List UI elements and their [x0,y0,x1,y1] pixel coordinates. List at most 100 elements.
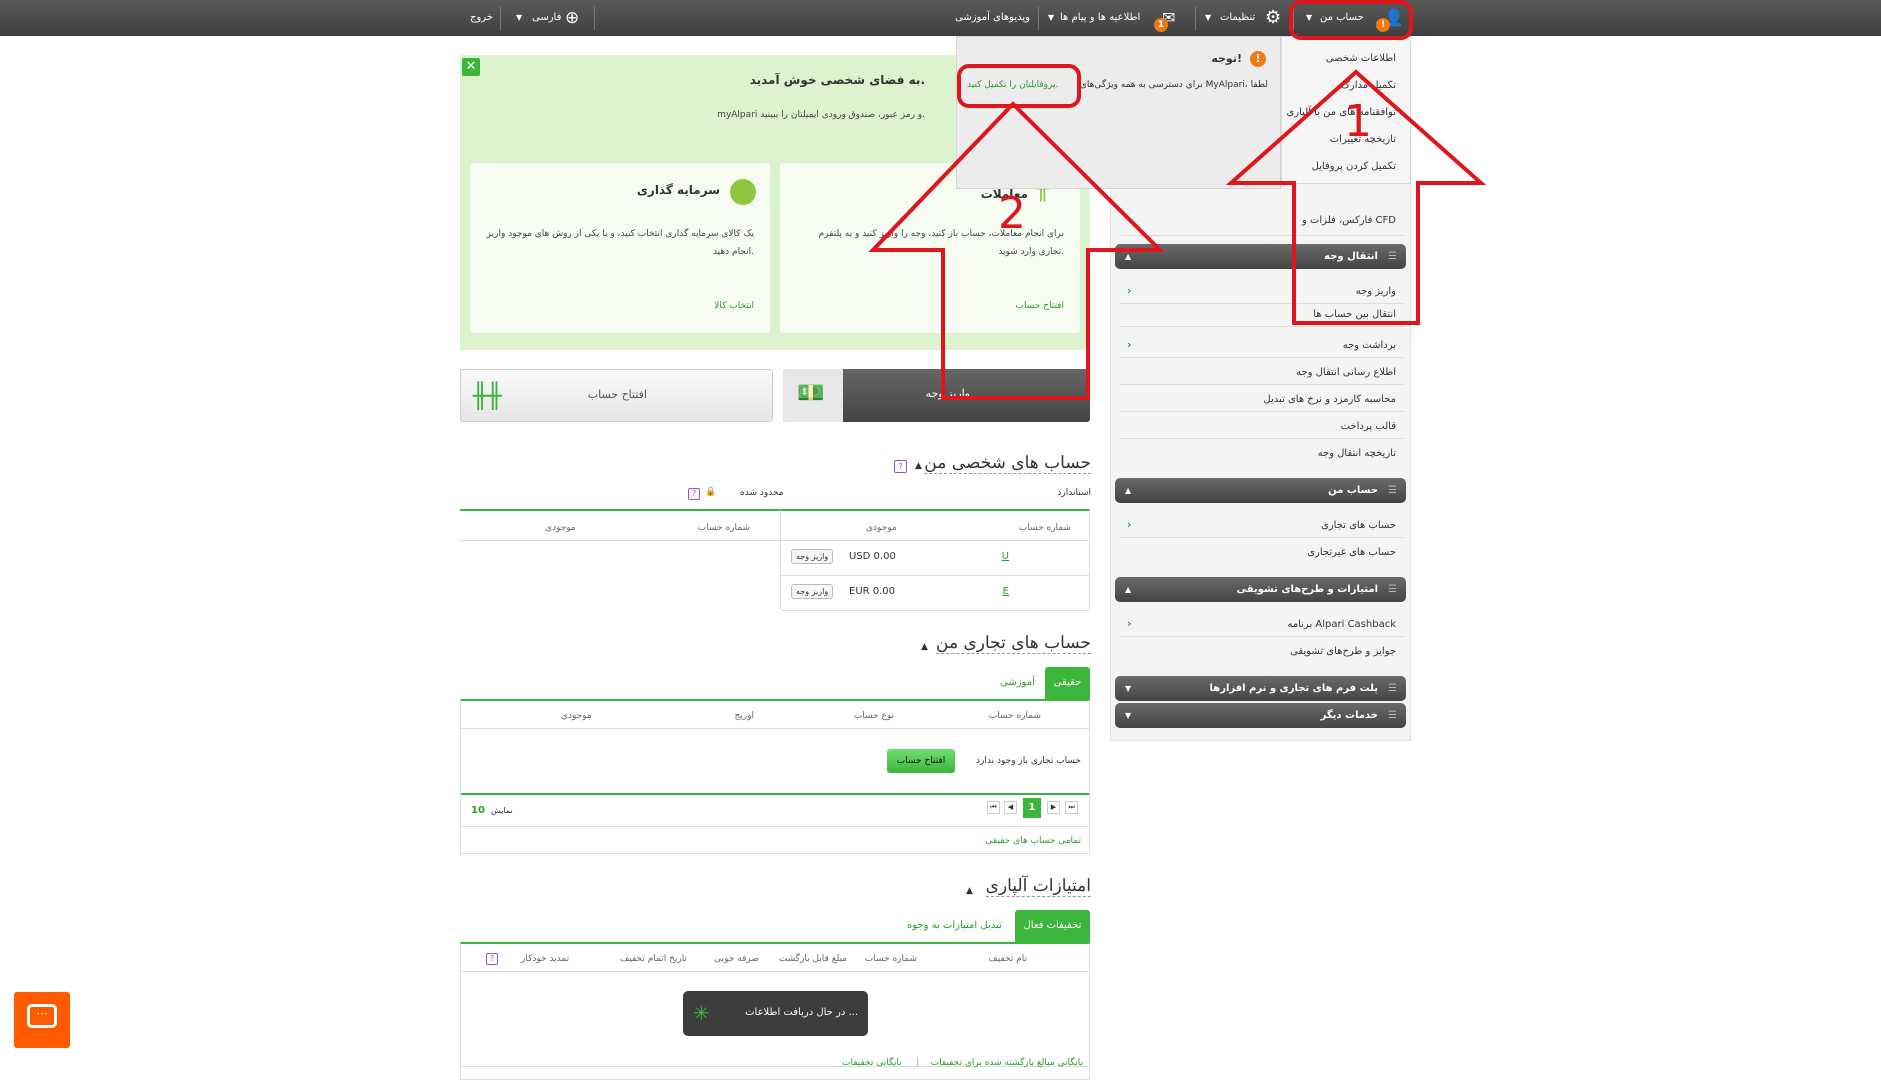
top-navigation-bar: خروج ▼ فارسی ⊕ ویدیوهای آموزشی ▼ اطلاعیه… [0,0,1881,36]
sidebar-section-services[interactable]: خدمات دیگر ☰ ▼ [1115,703,1406,728]
open-account-card-link[interactable]: افتتاح حساب [1016,301,1064,311]
collapse-icon[interactable]: ▲ [921,642,928,652]
notice-title: توجه! [1211,52,1242,65]
spinner-icon: ✳ [693,1001,710,1025]
sidebar-item-bonuses[interactable]: جوایز و طرح‌های تشویقی [1116,646,1396,657]
sidebar-section-platforms[interactable]: پلت فرم های تجاری و نرم افزارها ☰ ▼ [1115,676,1406,701]
first-page-icon[interactable]: ⏮ [987,801,1000,814]
open-account-small-button[interactable]: افتتاح حساب [887,749,955,773]
account-number[interactable]: E [1003,586,1009,597]
open-account-button-label: افتتاح حساب [587,388,647,401]
gear-icon[interactable]: ⚙ [1265,0,1281,36]
table-header: نام تخفیف شماره حساب مبلغ قابل بازگشت صر… [461,944,1089,972]
collapse-icon: ▲ [1125,585,1132,594]
chat-button[interactable]: ··· [14,992,70,1048]
tab-real[interactable]: حقیقی [1045,667,1090,699]
all-real-accounts-link[interactable]: تمامی حساب های حقیقی [985,836,1081,846]
separator [1195,6,1196,30]
sidebar-item-fee-calculator[interactable]: محاسبه کارمزد و نرخ های تبدیل [1116,394,1396,405]
collapse-icon[interactable]: ▲ [915,461,922,471]
table-header: شماره حساب نوع حساب اوریج موجودی [461,701,1089,729]
divider [1119,326,1404,327]
candlestick-icon: ╫╫ [473,382,502,410]
tutorials-link[interactable]: ویدیوهای آموزشی [955,0,1030,36]
account-menu-link[interactable]: حساب من [1320,0,1364,36]
menu-item-agreements[interactable]: توافقنامه های من با آلپاری [1286,107,1396,118]
sidebar-item-internal-transfer[interactable]: انتقال بین حساب ها [1116,309,1396,320]
last-page-icon[interactable]: ⏭ [1065,801,1078,814]
current-page[interactable]: 1 [1023,798,1041,818]
expand-icon: ▼ [1125,711,1132,720]
tab-convert-points[interactable]: تبدیل امتیازات به وجوه [907,920,1002,931]
col-balance: موجودی [561,711,592,721]
discounts-archive-link[interactable]: بایگانی تخفیفات [842,1058,902,1068]
account-chevron-down-icon[interactable]: ▼ [1306,0,1312,36]
deposit-button[interactable]: 💵 واریز وجه [783,369,1090,422]
messages-link[interactable]: اطلاعیه ها و پیام ها [1060,0,1140,36]
messages-chevron-down-icon[interactable]: ▼ [1048,0,1054,36]
divider [1119,384,1404,385]
table-row: U USD 0.00 واریز وجه [781,541,1089,576]
close-icon[interactable]: ✕ [462,58,480,76]
divider [1119,438,1404,439]
sidebar-section-transfer[interactable]: انتقال وجه ☰ ▲ [1115,244,1406,269]
prev-page-icon[interactable]: ◀ [1004,801,1017,814]
logout-link[interactable]: خروج [470,0,493,36]
sidebar-item-payment-template[interactable]: قالب پرداخت [1116,421,1396,432]
sidebar-item-withdraw[interactable]: برداشت وجه [1116,340,1396,351]
limited-accounts-table: شماره حساب موجودی [460,509,780,541]
lock-icon: 🔒 [705,487,717,497]
tab-active-discounts[interactable]: تخفیفات فعال [1015,910,1090,942]
help-icon[interactable]: ? [688,488,700,500]
choose-product-link[interactable]: انتخاب کالا [714,301,754,311]
deposit-row-button[interactable]: واریز وجه [791,549,834,564]
help-icon[interactable]: ? [894,460,907,473]
col-account: شماره حساب [1018,523,1071,533]
page-size-select[interactable]: 10 [471,805,485,816]
section-label: انتقال وجه [1324,251,1378,262]
menu-item-complete-profile[interactable]: تکمیل کردن پروفایل [1312,161,1396,172]
col-savings: صرفه جویی [714,954,759,964]
sidebar-item-transfer-notice[interactable]: اطلاع رسانی انتقال وجه [1116,367,1396,378]
open-account-button[interactable]: افتتاح حساب ╫╫ [460,369,773,422]
language-selector[interactable]: فارسی [532,0,561,36]
sidebar-section-account[interactable]: حساب من ☰ ▲ [1115,478,1406,503]
tab-demo[interactable]: آموزشی [1000,677,1035,688]
col-account: شماره حساب [988,711,1041,721]
help-icon[interactable]: ? [486,953,498,965]
settings-link[interactable]: تنظیمات [1220,0,1255,36]
menu-item-change-history[interactable]: تاریخچه تغییرات [1330,134,1396,145]
deposit-row-button[interactable]: واریز وجه [791,584,834,599]
sidebar-item-transfer-history[interactable]: تاریخچه انتقال وجه [1116,448,1396,459]
complete-profile-link[interactable]: پروفایلتان را تکمیل کنید. [967,80,1058,90]
col-type: نوع حساب [853,711,894,721]
refunds-archive-link[interactable]: بایگانی مبالغ بازگشته شده برای تخفیفات [931,1058,1083,1068]
sidebar-item-trading-accounts[interactable]: حساب های تجاری [1116,520,1396,531]
divider [1119,235,1404,236]
menu-icon: ☰ [1388,485,1397,496]
globe-icon[interactable]: ⊕ [565,0,579,36]
section-label: امتیازات و طرح‌های تشویقی [1236,584,1378,595]
language-chevron-down-icon[interactable]: ▼ [516,0,522,36]
menu-icon: ☰ [1388,710,1397,721]
section-label: پلت فرم های تجاری و نرم افزارها [1209,683,1379,694]
account-number[interactable]: U [1002,551,1009,562]
settings-chevron-down-icon[interactable]: ▼ [1205,0,1211,36]
sidebar-item-deposit[interactable]: واریز وجه [1116,286,1396,297]
sidebar-item-non-trading-accounts[interactable]: حساب های غیرتجاری [1116,547,1396,558]
menu-item-personal-info[interactable]: اطلاعات شخصی [1326,53,1396,64]
next-page-icon[interactable]: ▶ [1047,801,1060,814]
collapse-icon[interactable]: ▲ [966,886,973,896]
limited-label: محدود شده [740,488,784,498]
divider [1119,636,1404,637]
section-label: خدمات دیگر [1320,710,1378,721]
collapse-icon: ▲ [1125,252,1132,261]
sidebar-item-cashback[interactable]: برنامه Alpari Cashback [1116,619,1396,630]
pagination-bar: نمایش 10 ⏮ ◀ 1 ▶ ⏭ [461,793,1089,827]
divider [1119,357,1404,358]
sidebar-section-promotions[interactable]: امتیازات و طرح‌های تشویقی ☰ ▲ [1115,577,1406,602]
loading-text: در حال دریافت اطلاعات ... [745,1007,858,1018]
sidebar-item-forex[interactable]: فارکس، فلزات و CFD [1116,215,1396,226]
investment-card-text: یک کالای سرمایه گذاری انتخاب کنید، و با … [486,229,754,257]
menu-item-documents[interactable]: تکمیل مدارک [1341,80,1396,91]
